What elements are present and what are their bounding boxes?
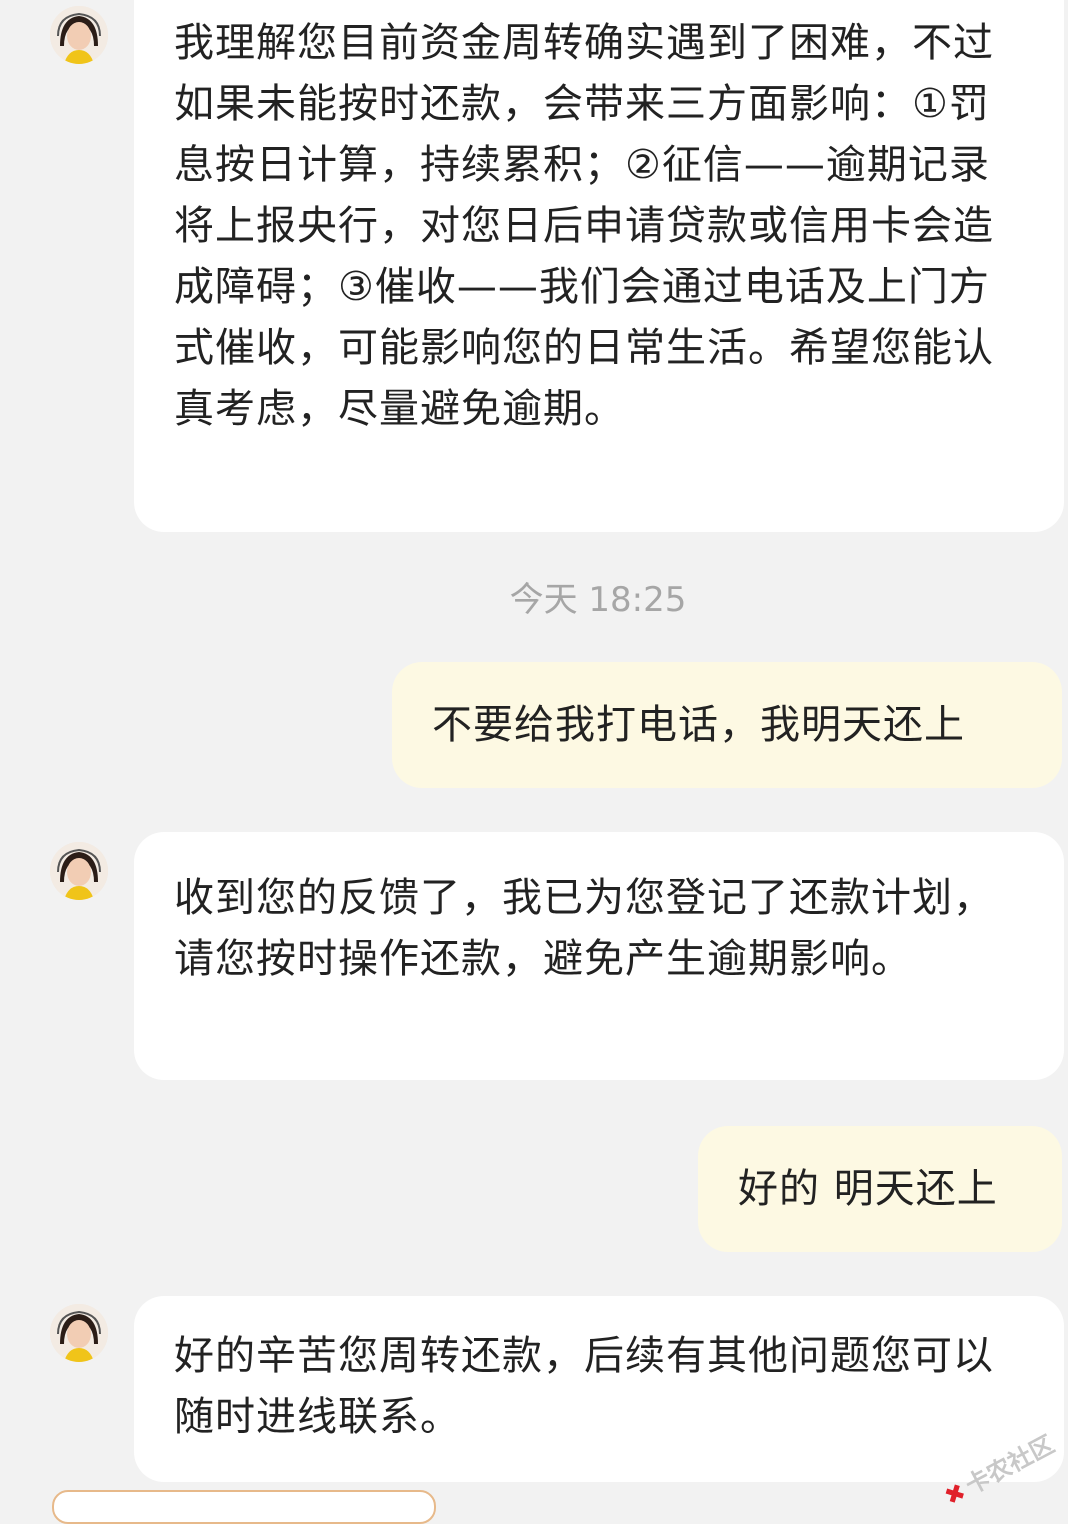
agent-message-bubble: 收到您的反馈了，我已为您登记了还款计划，请您按时操作还款，避免产生逾期影响。 bbox=[134, 832, 1064, 1080]
user-message-bubble: 不要给我打电话，我明天还上 bbox=[392, 662, 1062, 788]
agent-avatar-icon bbox=[50, 6, 108, 64]
chat-timestamp: 今天 18:25 bbox=[509, 580, 687, 620]
quick-reply-chip[interactable] bbox=[52, 1490, 436, 1524]
agent-message-text: 收到您的反馈了，我已为您登记了还款计划，请您按时操作还款，避免产生逾期影响。 bbox=[174, 875, 994, 982]
agent-message-text: 我理解您目前资金周转确实遇到了困难，不过如果未能按时还款，会带来三方面影响：①罚… bbox=[174, 20, 994, 432]
agent-avatar-icon bbox=[50, 1304, 108, 1362]
agent-message-text: 好的辛苦您周转还款，后续有其他问题您可以随时进线联系。 bbox=[174, 1333, 994, 1440]
agent-avatar-icon bbox=[50, 842, 108, 900]
agent-message-bubble: 我理解您目前资金周转确实遇到了困难，不过如果未能按时还款，会带来三方面影响：①罚… bbox=[134, 0, 1064, 532]
agent-message-bubble: 好的辛苦您周转还款，后续有其他问题您可以随时进线联系。 bbox=[134, 1296, 1064, 1482]
user-message-text: 不要给我打电话，我明天还上 bbox=[432, 702, 965, 748]
user-message-bubble: 好的 明天还上 bbox=[698, 1126, 1062, 1252]
agent-avatar[interactable] bbox=[50, 1304, 108, 1362]
agent-avatar[interactable] bbox=[50, 6, 108, 64]
agent-avatar[interactable] bbox=[50, 842, 108, 900]
user-message-text: 好的 明天还上 bbox=[738, 1166, 998, 1212]
